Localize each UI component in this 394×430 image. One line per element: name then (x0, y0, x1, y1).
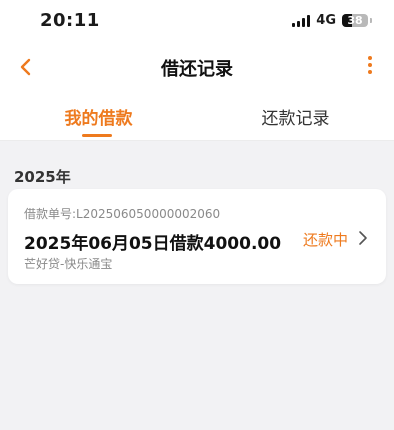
battery-cap (370, 18, 372, 23)
signal-icon (292, 14, 311, 27)
loan-title: 2025年06月05日借款4000.00 (24, 234, 282, 254)
page-title: 借还记录 (161, 59, 233, 80)
tab-bar: 我的借款 还款记录 (0, 90, 394, 141)
loan-number: 借款单号:L202506050000002060 (24, 207, 221, 221)
nav-bar: 借还记录 (0, 44, 394, 90)
status-indicators: 4G 38 (292, 13, 372, 28)
tab-repayment-records[interactable]: 还款记录 (197, 104, 394, 129)
chevron-right-icon (359, 231, 367, 245)
active-tab-indicator (82, 134, 112, 137)
battery-level: 38 (347, 14, 363, 27)
year-group-header: 2025年 (14, 168, 71, 186)
battery-icon: 38 (342, 14, 368, 27)
status-bar: 20:11 4G 38 (0, 0, 394, 44)
loan-product: 芒好贷-快乐通宝 (24, 257, 113, 271)
more-vertical-icon[interactable] (366, 56, 374, 78)
loan-card[interactable]: 借款单号:L202506050000002060 2025年06月05日借款40… (8, 189, 386, 284)
status-time: 20:11 (40, 10, 100, 31)
tab-my-loans[interactable]: 我的借款 (0, 104, 197, 129)
loan-status-badge: 还款中 (302, 231, 348, 249)
network-label: 4G (316, 13, 336, 28)
